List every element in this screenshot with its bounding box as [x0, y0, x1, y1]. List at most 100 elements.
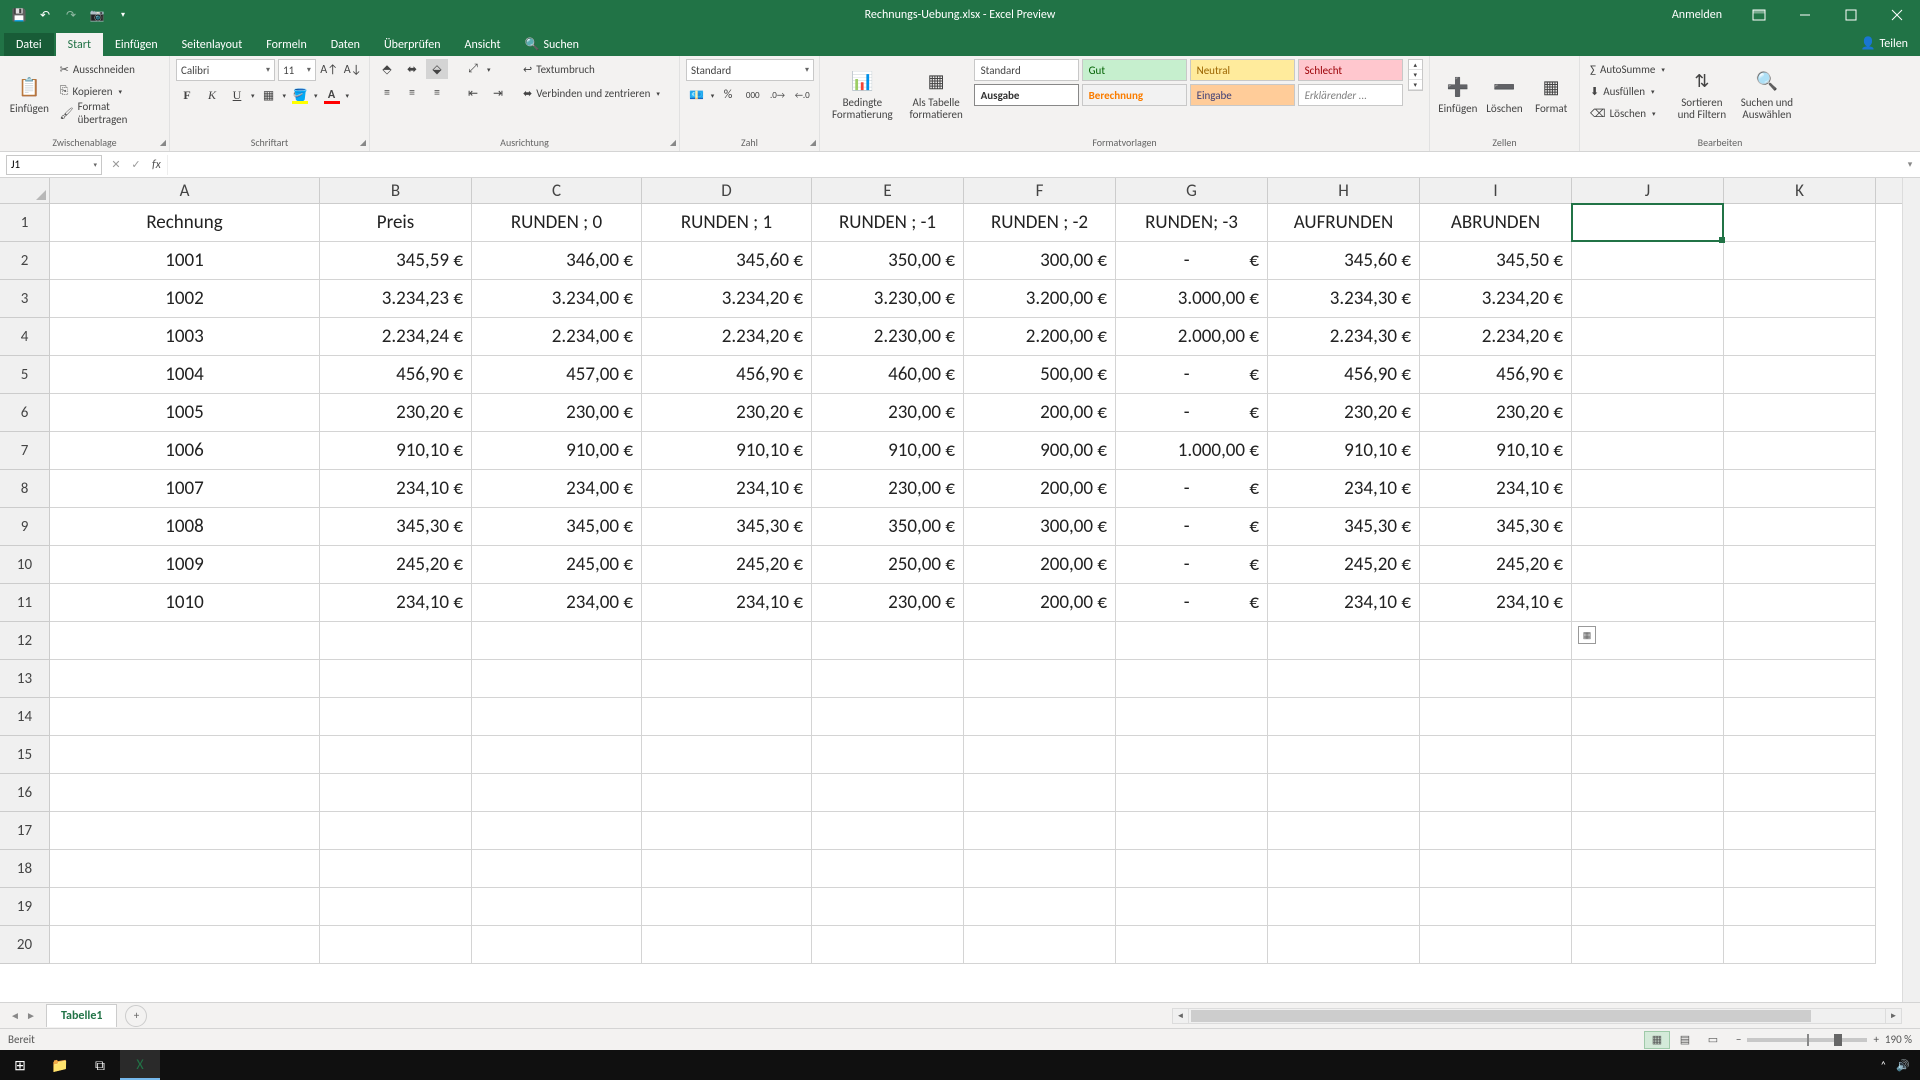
cell[interactable]: 345,30 € — [642, 508, 812, 546]
cell[interactable] — [1724, 584, 1876, 622]
start-button[interactable]: ⊞ — [0, 1050, 40, 1080]
insert-cells-button[interactable]: ➕Einfügen — [1436, 59, 1480, 131]
cell[interactable]: -€ — [1116, 508, 1268, 546]
row-header[interactable]: 17 — [0, 812, 50, 850]
cell[interactable] — [1116, 622, 1268, 660]
tab-file[interactable]: Datei — [4, 33, 54, 56]
format-painter-button[interactable]: 🖌Format übertragen — [56, 103, 163, 123]
font-color-button[interactable]: A — [321, 85, 343, 105]
cell[interactable]: 230,00 € — [812, 470, 964, 508]
cell[interactable]: 200,00 € — [964, 546, 1116, 584]
cell[interactable]: -€ — [1116, 470, 1268, 508]
row-header[interactable]: 20 — [0, 926, 50, 964]
cell[interactable] — [472, 926, 642, 964]
file-explorer-icon[interactable]: 📁 — [40, 1050, 80, 1080]
cell[interactable] — [50, 660, 320, 698]
cell[interactable] — [320, 622, 472, 660]
cell[interactable]: 234,10 € — [320, 470, 472, 508]
cell[interactable]: 1010 — [50, 584, 320, 622]
cell[interactable] — [1724, 280, 1876, 318]
cut-button[interactable]: ✂Ausschneiden — [56, 59, 163, 79]
cell[interactable] — [964, 850, 1116, 888]
cell[interactable]: 345,59 € — [320, 242, 472, 280]
cell[interactable] — [1572, 584, 1724, 622]
cell[interactable]: 234,10 € — [1420, 584, 1572, 622]
undo-icon[interactable]: ↶ — [34, 4, 56, 26]
conditional-format-button[interactable]: 📊Bedingte Formatierung — [826, 59, 899, 131]
cell[interactable]: 300,00 € — [964, 508, 1116, 546]
cell[interactable] — [1116, 774, 1268, 812]
cell[interactable] — [1572, 242, 1724, 280]
cell[interactable]: AUFRUNDEN — [1268, 204, 1420, 242]
cell[interactable] — [1572, 888, 1724, 926]
tab-data[interactable]: Daten — [319, 33, 372, 56]
cell[interactable] — [1572, 394, 1724, 432]
cell[interactable] — [1724, 508, 1876, 546]
column-header[interactable]: F — [964, 178, 1116, 203]
select-all-corner[interactable] — [0, 178, 50, 203]
cell[interactable] — [1268, 698, 1420, 736]
cell[interactable]: 234,00 € — [472, 470, 642, 508]
cell[interactable]: 1003 — [50, 318, 320, 356]
style-calc[interactable]: Berechnung — [1082, 84, 1187, 106]
cell[interactable]: 200,00 € — [964, 470, 1116, 508]
cell[interactable]: 230,20 € — [320, 394, 472, 432]
cell[interactable] — [1572, 356, 1724, 394]
cell[interactable] — [1724, 356, 1876, 394]
style-input[interactable]: Eingabe — [1190, 84, 1295, 106]
cell[interactable]: 1001 — [50, 242, 320, 280]
row-header[interactable]: 4 — [0, 318, 50, 356]
row-header[interactable]: 15 — [0, 736, 50, 774]
cell[interactable] — [964, 774, 1116, 812]
font-size-select[interactable]: 11▾ — [278, 59, 316, 81]
cell[interactable]: 1009 — [50, 546, 320, 584]
cell[interactable]: 500,00 € — [964, 356, 1116, 394]
cell[interactable]: RUNDEN ; 1 — [642, 204, 812, 242]
format-cells-button[interactable]: ▦Format — [1529, 59, 1573, 131]
cell[interactable]: 3.200,00 € — [964, 280, 1116, 318]
cell[interactable]: 345,60 € — [642, 242, 812, 280]
row-header[interactable]: 9 — [0, 508, 50, 546]
cell[interactable]: 3.234,30 € — [1268, 280, 1420, 318]
share-button[interactable]: 👤Teilen — [1849, 31, 1920, 56]
cell[interactable]: 345,60 € — [1268, 242, 1420, 280]
percent-icon[interactable]: % — [717, 85, 739, 105]
sheet-tab-active[interactable]: Tabelle1 — [46, 1004, 117, 1027]
align-bottom-icon[interactable]: ⬙ — [426, 59, 448, 79]
redo-icon[interactable]: ↷ — [60, 4, 82, 26]
zoom-in-button[interactable]: + — [1873, 1033, 1878, 1046]
style-bad[interactable]: Schlecht — [1298, 59, 1403, 81]
cell[interactable]: 245,20 € — [642, 546, 812, 584]
cell[interactable]: 2.234,20 € — [1420, 318, 1572, 356]
cell[interactable] — [1724, 394, 1876, 432]
cell[interactable] — [1268, 736, 1420, 774]
style-output[interactable]: Ausgabe — [974, 84, 1079, 106]
cell[interactable] — [1420, 888, 1572, 926]
row-header[interactable]: 1 — [0, 204, 50, 242]
cell[interactable]: 345,00 € — [472, 508, 642, 546]
cell[interactable] — [1268, 660, 1420, 698]
cell[interactable] — [1116, 698, 1268, 736]
cell[interactable] — [472, 812, 642, 850]
cell[interactable] — [812, 774, 964, 812]
add-sheet-button[interactable]: + — [125, 1005, 147, 1027]
find-select-button[interactable]: 🔍Suchen und Auswählen — [1735, 59, 1799, 131]
excel-taskbar-icon[interactable]: X — [120, 1050, 160, 1080]
cell[interactable] — [1420, 698, 1572, 736]
qat-more-icon[interactable]: ▾ — [112, 4, 134, 26]
indent-increase-icon[interactable]: ⇥ — [487, 83, 509, 103]
cell[interactable] — [1116, 736, 1268, 774]
cell[interactable] — [320, 926, 472, 964]
cell[interactable] — [1724, 888, 1876, 926]
cell[interactable] — [50, 888, 320, 926]
cell[interactable]: 3.234,23 € — [320, 280, 472, 318]
cell[interactable] — [50, 812, 320, 850]
row-header[interactable]: 16 — [0, 774, 50, 812]
cell[interactable] — [50, 698, 320, 736]
save-icon[interactable]: 💾 — [8, 4, 30, 26]
cell[interactable]: 456,90 € — [1420, 356, 1572, 394]
cell[interactable]: -€ — [1116, 356, 1268, 394]
scroll-thumb[interactable] — [1191, 1010, 1811, 1022]
cell[interactable]: 2.234,20 € — [642, 318, 812, 356]
increase-decimal-icon[interactable]: .0→ — [767, 85, 789, 105]
